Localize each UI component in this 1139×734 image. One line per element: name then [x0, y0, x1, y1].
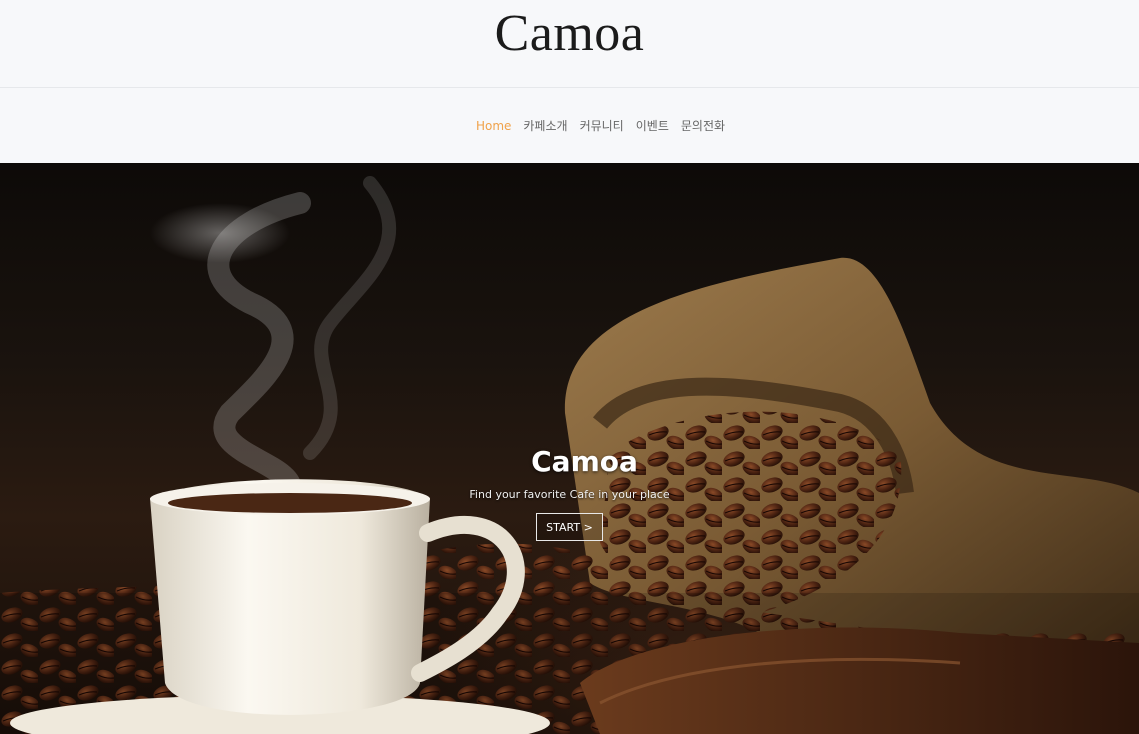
site-header: Camoa [0, 0, 1139, 88]
hero-subtitle: Find your favorite Cafe in your place [469, 488, 670, 501]
nav-item-event: 이벤트 [636, 117, 669, 135]
nav-link-community[interactable]: 커뮤니티 [580, 119, 624, 133]
start-button[interactable]: START > [536, 513, 603, 541]
site-logo[interactable]: Camoa [495, 4, 645, 63]
nav-link-contact[interactable]: 문의전화 [681, 119, 725, 133]
nav-list: Home 카페소개 커뮤니티 이벤트 문의전화 [476, 117, 725, 135]
nav-item-contact: 문의전화 [681, 117, 725, 135]
nav-link-home[interactable]: Home [476, 119, 511, 133]
nav-link-event[interactable]: 이벤트 [636, 119, 669, 133]
nav-item-about: 카페소개 [523, 117, 567, 135]
hero-content: Camoa Find your favorite Cafe in your pl… [0, 445, 1139, 541]
hero-banner: Camoa Find your favorite Cafe in your pl… [0, 163, 1139, 734]
nav-link-about[interactable]: 카페소개 [523, 119, 567, 133]
nav-item-community: 커뮤니티 [580, 117, 624, 135]
hero-title: Camoa [531, 445, 638, 478]
nav-item-home: Home [476, 117, 511, 135]
main-nav: Home 카페소개 커뮤니티 이벤트 문의전화 [0, 89, 1139, 163]
